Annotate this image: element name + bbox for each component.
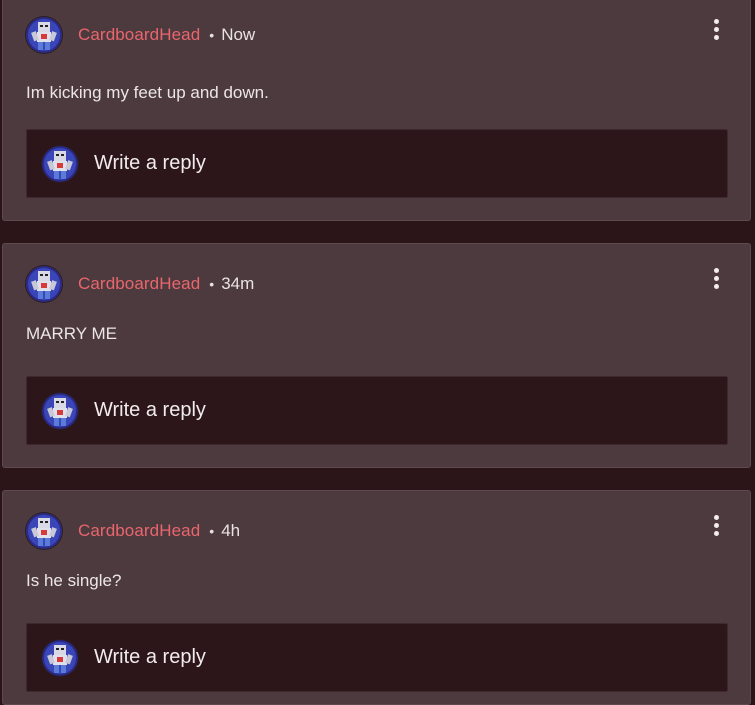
more-options-icon[interactable] [702,15,730,43]
username[interactable]: CardboardHead [78,274,200,294]
avatar-icon [42,392,78,429]
timestamp: 34m [221,274,255,293]
separator-dot: • [209,523,215,539]
reply-placeholder: Write a reply [94,152,206,174]
comment-text: Is he single? [26,571,122,590]
comment-card: CardboardHead • 34m MARRY ME Write a rep… [2,243,751,468]
reply-input[interactable]: Write a reply [26,376,728,445]
comment-header: CardboardHead • Now [26,17,255,53]
more-options-icon[interactable] [702,511,730,539]
comment-header: CardboardHead • 4h [26,513,240,549]
more-options-icon[interactable] [702,264,730,292]
comment-header: CardboardHead • 34m [26,266,254,302]
username[interactable]: CardboardHead [78,521,200,541]
reply-placeholder: Write a reply [94,646,206,668]
username[interactable]: CardboardHead [78,25,200,45]
avatar-icon[interactable] [26,17,62,53]
reply-input[interactable]: Write a reply [26,623,728,692]
avatar-icon[interactable] [26,513,62,549]
comment-card: CardboardHead • 4h Is he single? Write a… [2,490,751,705]
reply-input[interactable]: Write a reply [26,129,728,198]
separator-dot: • [209,276,215,292]
avatar-icon [42,639,78,676]
avatar-icon [42,145,78,182]
separator-dot: • [209,27,215,43]
comment-card: CardboardHead • Now Im kicking my feet u… [2,0,751,221]
comment-text: Im kicking my feet up and down. [26,83,269,102]
timestamp: 4h [221,521,241,540]
avatar-icon[interactable] [26,266,62,302]
comment-text: MARRY ME [26,324,118,343]
timestamp: Now [221,25,256,44]
reply-placeholder: Write a reply [94,399,206,421]
